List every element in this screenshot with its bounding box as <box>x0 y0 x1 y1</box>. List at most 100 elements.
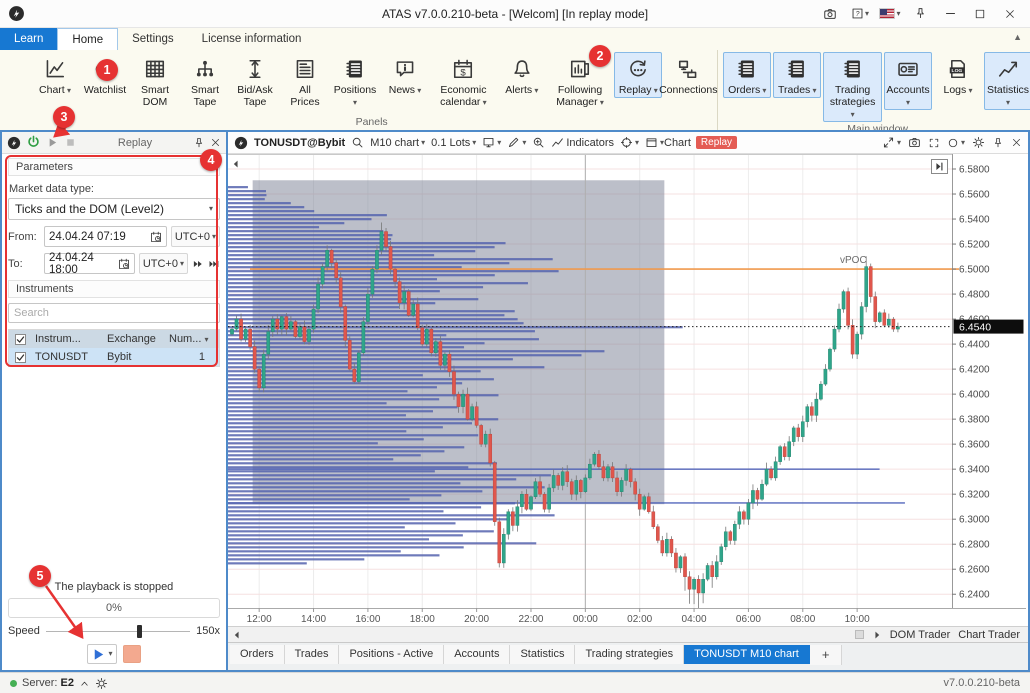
minimize-button[interactable] <box>936 3 964 25</box>
ribbon-button-alerts[interactable]: Alerts ▾ <box>498 52 546 98</box>
scroll-right-icon[interactable] <box>872 630 882 640</box>
close-icon[interactable] <box>1011 137 1022 148</box>
from-timezone-select[interactable]: UTC+0 ▾ <box>171 226 220 247</box>
indicators-button[interactable]: Indicators <box>551 136 614 149</box>
speed-slider[interactable] <box>46 631 190 632</box>
workspace-tab-accounts[interactable]: Accounts <box>444 645 510 664</box>
ribbon-button-positions[interactable]: Positions ▾ <box>331 52 379 110</box>
close-icon[interactable] <box>210 137 221 148</box>
atas-app: ATAS v7.0.0.210-beta - [Welcom] [In repl… <box>0 0 1030 693</box>
column-header[interactable]: Exchange <box>105 333 167 345</box>
ribbon-button-following-manager[interactable]: Following Manager ▾ <box>548 52 612 110</box>
ribbon-button-orders[interactable]: Orders ▾ <box>723 52 771 98</box>
instrument-search-input[interactable] <box>8 303 220 323</box>
workspace-tab-orders[interactable]: Orders <box>230 645 285 664</box>
power-icon[interactable] <box>26 135 41 150</box>
language-selector[interactable]: ▾ <box>876 3 904 25</box>
ribbon-button-smart-tape[interactable]: Smart Tape <box>181 52 229 110</box>
help-button[interactable]: ?▾ <box>846 3 874 25</box>
play-icon[interactable] <box>46 136 59 149</box>
scroll-left-icon[interactable] <box>232 630 242 640</box>
collapse-left-arrow[interactable] <box>231 159 241 172</box>
stop-playback-button[interactable] <box>123 645 141 663</box>
close-button[interactable] <box>996 3 1024 25</box>
ribbon-button-trading-strategies[interactable]: Trading strategies ▾ <box>823 52 882 122</box>
ribbon-tab-learn[interactable]: Learn <box>0 28 57 50</box>
from-datetime-input[interactable]: 24.04.24 07:19 <box>44 226 167 247</box>
ribbon-button-trades[interactable]: Trades ▾ <box>773 52 821 98</box>
workspace-tab-statistics[interactable]: Statistics <box>510 645 575 664</box>
ribbon-button-connections[interactable]: Connections <box>664 52 712 98</box>
question-icon: ? <box>851 7 864 20</box>
ribbon-button-economic-calendar[interactable]: $Economic calendar ▾ <box>431 52 496 110</box>
select-all-checkbox[interactable] <box>15 334 26 345</box>
workspace-tab-positions-active[interactable]: Positions - Active <box>339 645 444 664</box>
maximize-button[interactable] <box>966 3 994 25</box>
workspace-tab-trading-strategies[interactable]: Trading strategies <box>575 645 684 664</box>
fast-forward-button[interactable] <box>192 258 204 270</box>
go-to-realtime-button[interactable] <box>931 159 948 174</box>
expand-icon[interactable] <box>928 137 940 149</box>
instrument-row[interactable]: TONUSDT Bybit 1 <box>9 348 219 366</box>
pin-icon[interactable] <box>992 137 1004 149</box>
drawing-tools-button[interactable]: ▾ <box>507 136 526 149</box>
calendar-icon[interactable] <box>150 231 162 243</box>
ribbon-button-bid-ask-tape[interactable]: Bid/Ask Tape <box>231 52 279 110</box>
volume-select[interactable]: 0.1 Lots▾ <box>431 137 476 149</box>
instruments-table-header[interactable]: Instrum... Exchange Num... ▾ <box>9 330 219 348</box>
ribbon-button-logs[interactable]: LOGLogs ▾ <box>934 52 982 98</box>
symbol-label[interactable]: TONUSDT@Bybit <box>254 137 345 149</box>
new-tab-button[interactable]: + <box>810 645 843 665</box>
gear-icon[interactable] <box>972 136 985 149</box>
ribbon-button-label: Statistics ▾ <box>987 84 1029 108</box>
timeframe-select[interactable]: M10 chart▾ <box>370 137 425 149</box>
workspace-tab-tonusdt-m10-chart[interactable]: TONUSDT M10 chart <box>684 645 810 664</box>
to-datetime-input[interactable]: 24.04.24 18:00 <box>44 253 135 274</box>
layout-button[interactable]: ▾ <box>645 136 664 149</box>
ribbon-tab-license-information[interactable]: License information <box>188 28 316 50</box>
ribbon-button-watchlist[interactable]: Watchlist <box>81 52 129 98</box>
ribbon-button-chart[interactable]: Chart ▾ <box>31 52 79 98</box>
to-timezone-select[interactable]: UTC+0 ▾ <box>139 253 188 274</box>
chart-scrollbar[interactable]: DOM Trader Chart Trader <box>228 626 1028 642</box>
ribbon-button-all-prices[interactable]: All Prices <box>281 52 329 110</box>
ribbon-button-accounts[interactable]: Accounts ▾ <box>884 52 932 110</box>
crosshair-button[interactable]: ▾ <box>620 136 639 149</box>
instrument-checkbox[interactable] <box>15 352 26 363</box>
view-mode-button[interactable]: ▾ <box>482 136 501 149</box>
chart-plot-area[interactable]: vPOC6.58006.56006.54006.52006.50006.4800… <box>228 154 1028 626</box>
candlestick-chart[interactable]: vPOC6.58006.56006.54006.52006.50006.4800… <box>228 154 1026 626</box>
screenshot-button[interactable] <box>816 3 844 25</box>
server-status[interactable]: Server: E2 <box>22 677 74 689</box>
ribbon-tab-home[interactable]: Home <box>57 28 118 50</box>
dom-trader-button[interactable]: DOM Trader <box>890 629 951 641</box>
calendar-icon[interactable] <box>118 258 130 270</box>
pin-icon[interactable] <box>193 137 205 149</box>
ribbon-button-smart-dom[interactable]: Smart DOM <box>131 52 179 110</box>
market-data-type-select[interactable]: Ticks and the DOM (Level2) ▾ <box>8 198 220 220</box>
stop-icon[interactable] <box>64 136 77 149</box>
start-playback-button[interactable]: ▾ <box>87 644 116 664</box>
zoom-in-icon[interactable] <box>532 136 545 149</box>
ribbon-tab-settings[interactable]: Settings <box>118 28 188 50</box>
collapse-panel-button[interactable]: ▾ <box>882 136 901 149</box>
ribbon-button-replay[interactable]: Replay ▾ <box>614 52 662 98</box>
ribbon-button-statistics[interactable]: Statistics ▾ <box>984 52 1030 110</box>
speed-slider-handle[interactable] <box>137 625 142 638</box>
camera-icon[interactable] <box>908 136 921 149</box>
gear-icon[interactable] <box>95 677 108 690</box>
chart-trader-button[interactable]: Chart Trader <box>958 629 1020 641</box>
column-header[interactable]: Instrum... <box>33 333 105 345</box>
workspace-tab-trades[interactable]: Trades <box>285 645 340 664</box>
ribbon-button-news[interactable]: News ▾ <box>381 52 429 98</box>
chevron-up-icon[interactable] <box>79 678 90 689</box>
theme-button[interactable]: ▾ <box>947 137 965 149</box>
replay-mode-badge: Replay <box>696 136 737 149</box>
column-header-sort[interactable]: Num... ▾ <box>167 333 219 345</box>
check-icon <box>16 353 25 362</box>
skip-to-end-button[interactable] <box>208 258 220 270</box>
search-icon[interactable] <box>351 136 364 149</box>
collapse-ribbon-button[interactable]: ▲ <box>1013 32 1022 42</box>
scrollbar-thumb[interactable] <box>855 630 864 639</box>
pin-window-button[interactable] <box>906 3 934 25</box>
